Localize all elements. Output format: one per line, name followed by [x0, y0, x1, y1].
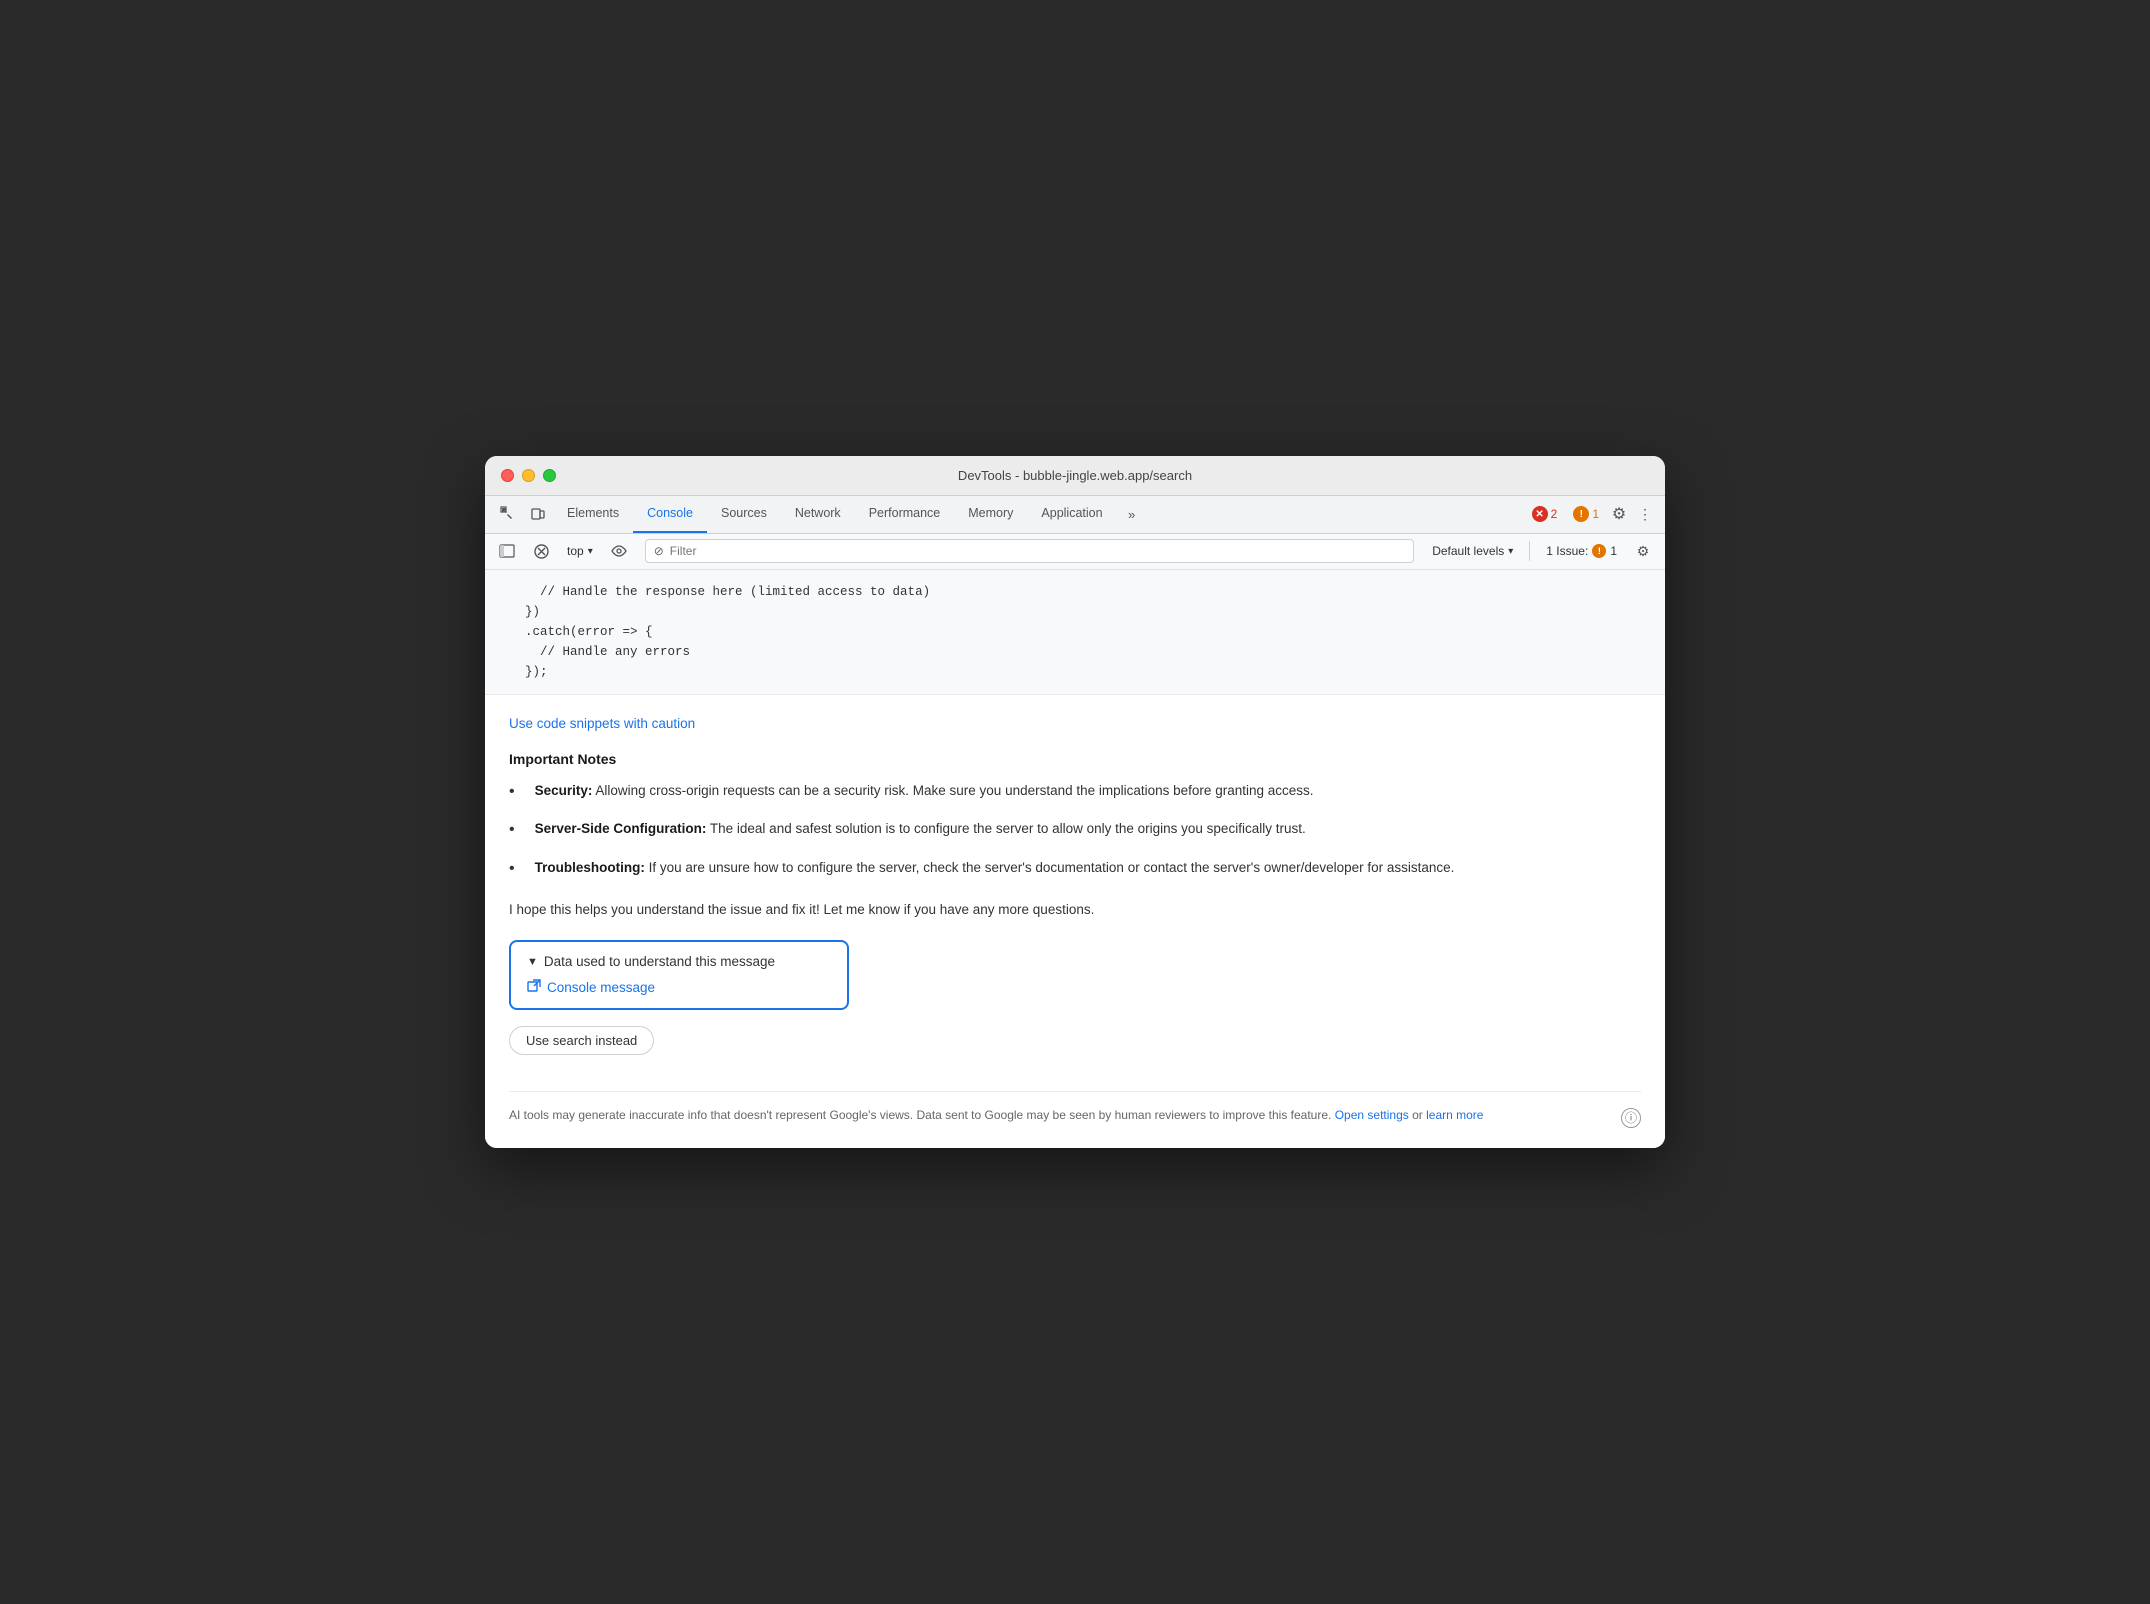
traffic-lights — [501, 469, 556, 482]
important-notes-title: Important Notes — [509, 751, 1641, 767]
note-bold: Troubleshooting: — [535, 860, 645, 875]
inspect-element-icon[interactable] — [493, 499, 523, 529]
learn-more-link[interactable]: learn more — [1426, 1108, 1483, 1122]
tab-application[interactable]: Application — [1027, 495, 1116, 533]
list-item: Security: Allowing cross-origin requests… — [509, 781, 1641, 803]
code-line: .catch(error => { — [525, 622, 1645, 642]
code-line: }); — [525, 662, 1645, 682]
use-search-instead-button[interactable]: Use search instead — [509, 1026, 654, 1055]
tab-network[interactable]: Network — [781, 495, 855, 533]
device-toolbar-icon[interactable] — [523, 499, 553, 529]
settings-gear-icon[interactable]: ⚙ — [1605, 500, 1633, 528]
caution-link[interactable]: Use code snippets with caution — [509, 716, 695, 731]
eye-icon[interactable] — [605, 537, 633, 565]
code-line: // Handle any errors — [525, 642, 1645, 662]
external-link-icon — [527, 979, 541, 996]
error-icon: ✕ — [1532, 506, 1548, 522]
console-content: // Handle the response here (limited acc… — [485, 570, 1665, 1148]
hope-text: I hope this helps you understand the iss… — [509, 900, 1641, 920]
more-options-icon[interactable]: ⋮ — [1633, 500, 1657, 528]
note-text: Troubleshooting: If you are unsure how t… — [535, 858, 1455, 879]
more-tabs-icon[interactable]: » — [1117, 499, 1147, 529]
list-item: Troubleshooting: If you are unsure how t… — [509, 858, 1641, 880]
tab-elements[interactable]: Elements — [553, 495, 633, 533]
code-line: }) — [525, 602, 1645, 622]
notes-list: Security: Allowing cross-origin requests… — [509, 781, 1641, 880]
note-bold: Security: — [535, 783, 593, 798]
code-block: // Handle the response here (limited acc… — [485, 570, 1665, 695]
list-item: Server-Side Configuration: The ideal and… — [509, 819, 1641, 841]
note-bold: Server-Side Configuration: — [535, 821, 707, 836]
footer-text: AI tools may generate inaccurate info th… — [509, 1106, 1609, 1124]
filter-input-wrap[interactable]: ⊘ — [645, 539, 1414, 563]
console-settings-icon[interactable]: ⚙ — [1629, 537, 1657, 565]
tab-console[interactable]: Console — [633, 495, 707, 533]
titlebar: DevTools - bubble-jingle.web.app/search — [485, 456, 1665, 496]
tab-performance[interactable]: Performance — [855, 495, 955, 533]
note-text: Server-Side Configuration: The ideal and… — [535, 819, 1306, 840]
tab-memory[interactable]: Memory — [954, 495, 1027, 533]
open-settings-link[interactable]: Open settings — [1335, 1108, 1409, 1122]
ai-footer: AI tools may generate inaccurate info th… — [509, 1091, 1641, 1128]
code-line: // Handle the response here (limited acc… — [525, 582, 1645, 602]
context-selector[interactable]: top ▾ — [561, 542, 599, 560]
devtools-window: DevTools - bubble-jingle.web.app/search … — [485, 456, 1665, 1148]
maximize-button[interactable] — [543, 469, 556, 482]
close-button[interactable] — [501, 469, 514, 482]
console-toolbar: top ▾ ⊘ Default levels ▾ 1 Issue: ! 1 ⚙ — [485, 534, 1665, 570]
data-used-header[interactable]: ▼ Data used to understand this message — [527, 954, 831, 969]
chevron-down-icon: ▾ — [588, 546, 593, 557]
info-icon[interactable]: ⓘ — [1621, 1108, 1641, 1128]
triangle-icon: ▼ — [527, 956, 538, 968]
warning-icon: ! — [1573, 506, 1589, 522]
issue-badge[interactable]: 1 Issue: ! 1 — [1540, 542, 1623, 560]
filter-icon: ⊘ — [654, 544, 664, 558]
clear-console-icon[interactable] — [527, 537, 555, 565]
note-text: Security: Allowing cross-origin requests… — [535, 781, 1314, 802]
ai-panel: Use code snippets with caution Important… — [485, 695, 1665, 1148]
chevron-down-icon: ▾ — [1508, 546, 1513, 557]
window-title: DevTools - bubble-jingle.web.app/search — [958, 468, 1192, 483]
console-message-link[interactable]: Console message — [527, 979, 831, 996]
errors-badge[interactable]: ✕ 2 — [1526, 504, 1564, 524]
issue-warning-icon: ! — [1592, 544, 1606, 558]
default-levels-selector[interactable]: Default levels ▾ — [1426, 542, 1519, 560]
data-used-box: ▼ Data used to understand this message C… — [509, 940, 849, 1010]
warnings-badge[interactable]: ! 1 — [1567, 504, 1605, 524]
filter-input[interactable] — [670, 544, 1405, 558]
divider — [1529, 541, 1530, 561]
minimize-button[interactable] — [522, 469, 535, 482]
devtools-tabs-bar: Elements Console Sources Network Perform… — [485, 496, 1665, 534]
sidebar-toggle-icon[interactable] — [493, 537, 521, 565]
tab-sources[interactable]: Sources — [707, 495, 781, 533]
